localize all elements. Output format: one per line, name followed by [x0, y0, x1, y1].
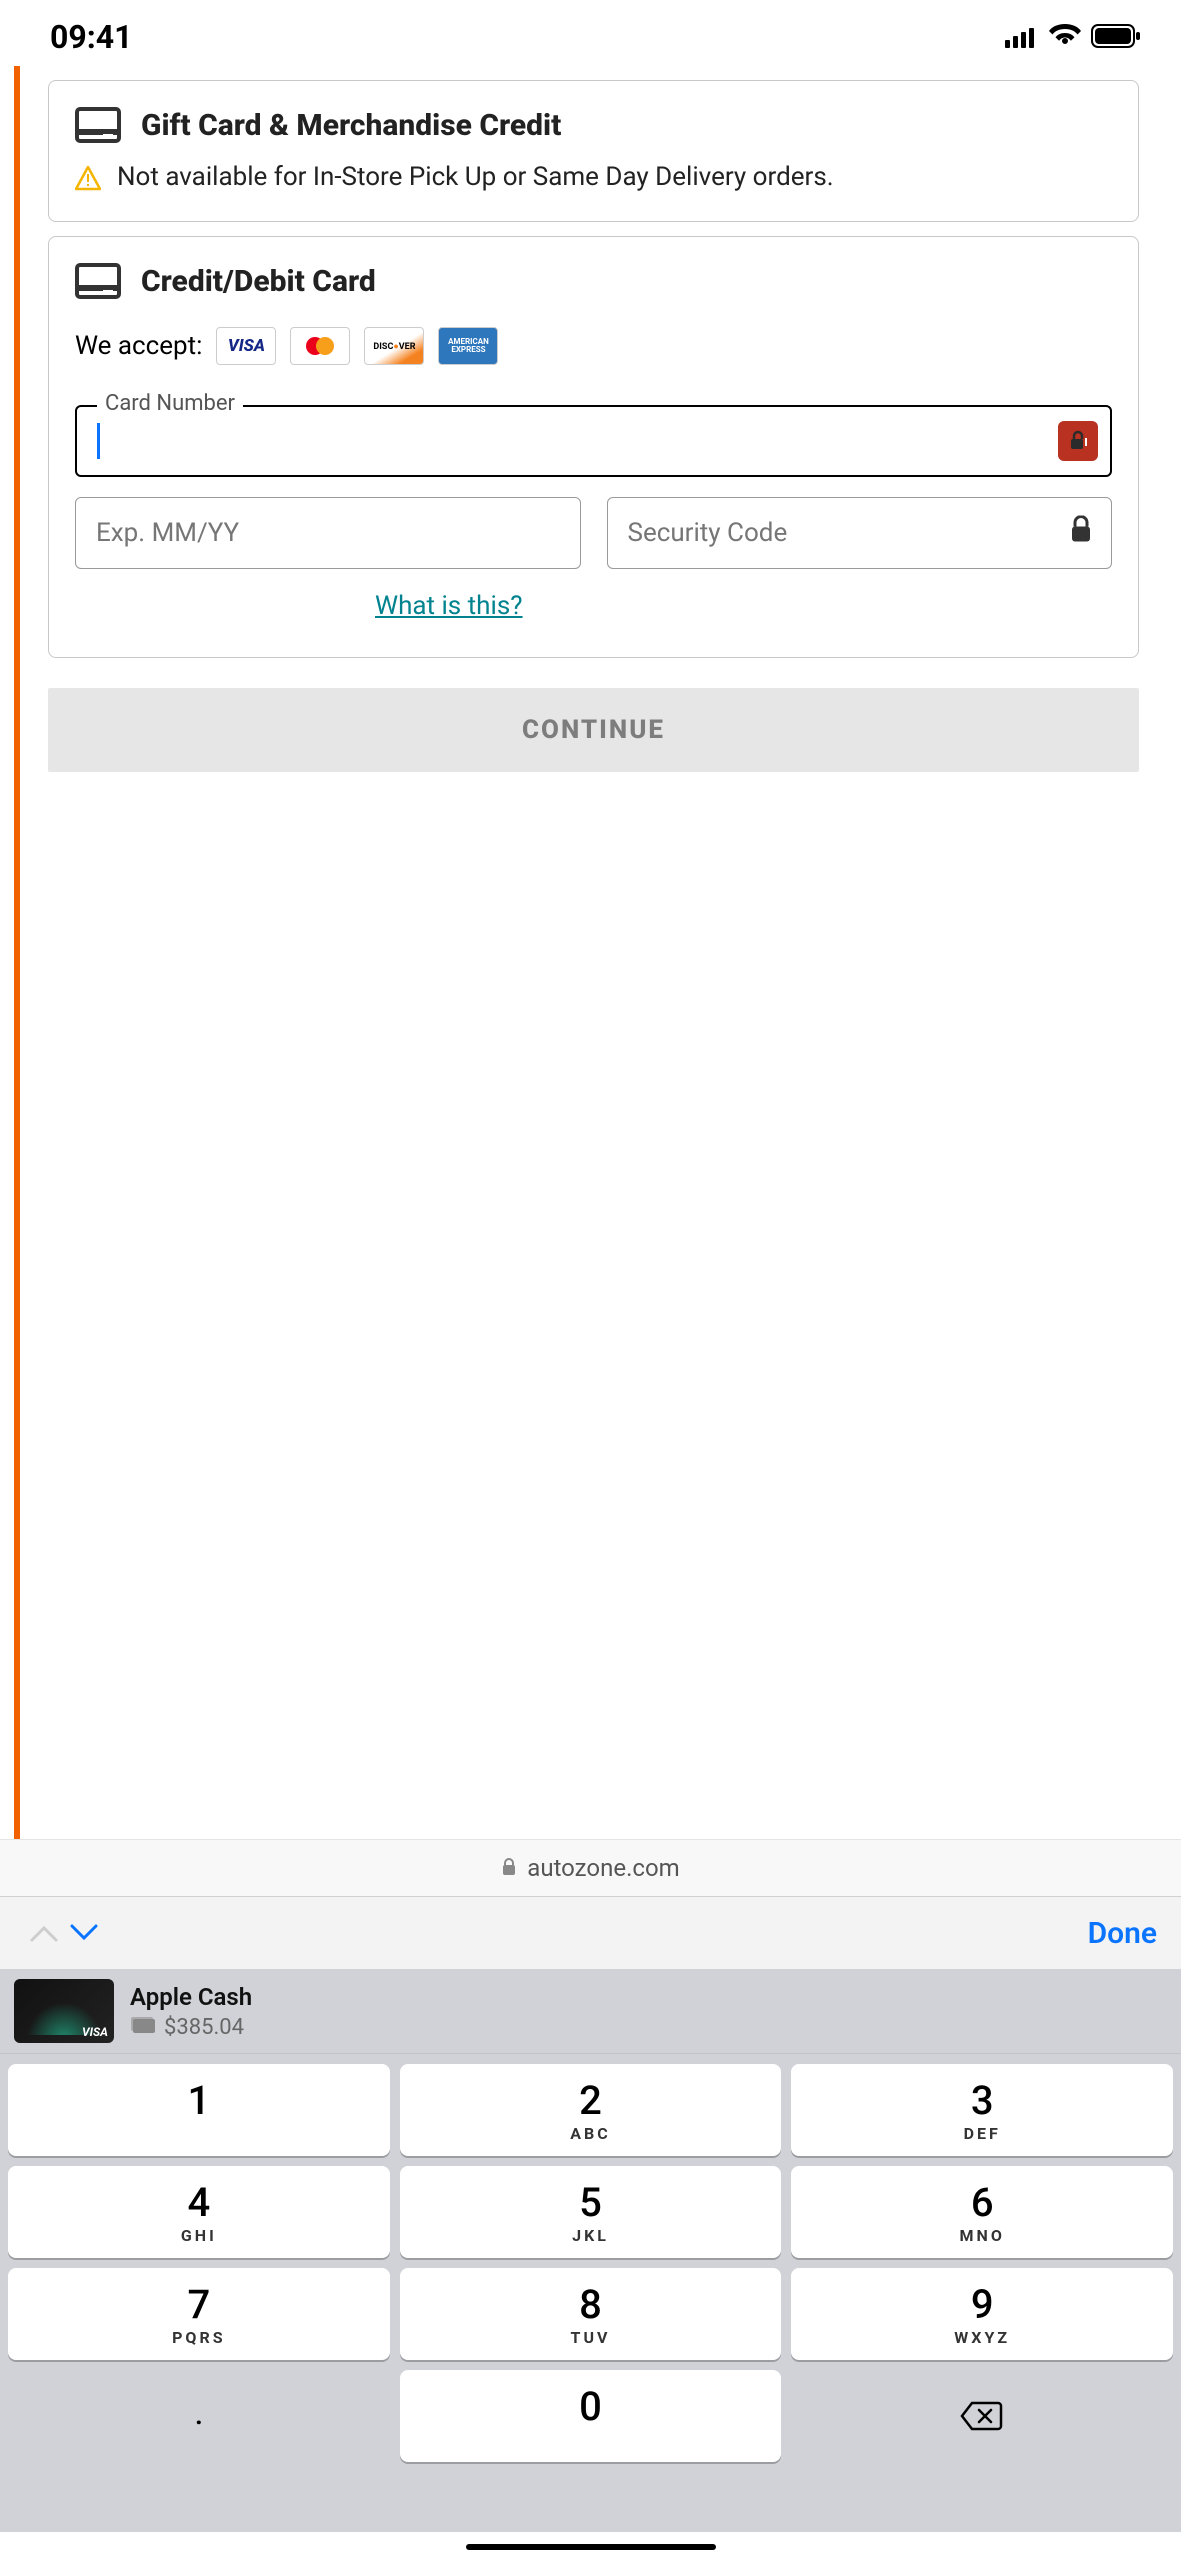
- home-indicator[interactable]: [466, 2544, 716, 2550]
- credit-card-icon: [75, 263, 121, 299]
- browser-url: autozone.com: [527, 1854, 679, 1882]
- wallet-card-thumb: VISA: [14, 1979, 114, 2043]
- keypad-.: .: [8, 2370, 390, 2462]
- amex-logo: AMERICANEXPRESS: [438, 327, 498, 365]
- browser-url-bar[interactable]: autozone.com: [0, 1839, 1181, 1896]
- credit-card-section: Credit/Debit Card We accept: VISA DISC●V…: [48, 236, 1139, 658]
- wallet-card-amount: $385.04: [164, 2015, 244, 2040]
- keyboard-done-button[interactable]: Done: [1088, 1916, 1157, 1951]
- wallet-suggestion[interactable]: VISA Apple Cash $385.04: [0, 1969, 1181, 2054]
- security-code-input[interactable]: Security Code: [607, 497, 1113, 569]
- status-time: 09:41: [50, 18, 132, 56]
- keypad-3[interactable]: 3DEF: [791, 2064, 1173, 2156]
- keypad-7[interactable]: 7PQRS: [8, 2268, 390, 2360]
- warning-icon: [75, 165, 101, 191]
- keypad-9[interactable]: 9WXYZ: [791, 2268, 1173, 2360]
- next-field-button[interactable]: [64, 1913, 104, 1953]
- keypad-8[interactable]: 8TUV: [400, 2268, 782, 2360]
- keypad-2[interactable]: 2ABC: [400, 2064, 782, 2156]
- lock-icon: [501, 1854, 517, 1882]
- gift-card-note: Not available for In-Store Pick Up or Sa…: [117, 159, 834, 195]
- card-stack-icon: [130, 2015, 156, 2040]
- expiry-input[interactable]: Exp. MM/YY: [75, 497, 581, 569]
- status-bar: 09:41: [0, 0, 1181, 66]
- credit-card-icon: [75, 107, 121, 143]
- keyboard-accessory: Done: [0, 1896, 1181, 1969]
- keypad-0[interactable]: 0: [400, 2370, 782, 2462]
- numeric-keypad: 1 2ABC3DEF 4GHI5JKL6MNO 7PQRS8TUV9WXYZ.0: [0, 2054, 1181, 2532]
- card-number-label: Card Number: [97, 391, 243, 416]
- what-is-this-link[interactable]: What is this?: [375, 591, 1112, 621]
- cellular-icon: [1005, 18, 1039, 56]
- keypad-1[interactable]: 1: [8, 2064, 390, 2156]
- keypad-6[interactable]: 6MNO: [791, 2166, 1173, 2258]
- we-accept-label: We accept:: [75, 331, 202, 361]
- prev-field-button: [24, 1913, 64, 1953]
- wifi-icon: [1049, 18, 1081, 56]
- lock-icon: [1069, 516, 1093, 551]
- credit-card-title: Credit/Debit Card: [141, 264, 376, 299]
- gift-card-section: Gift Card & Merchandise Credit Not avail…: [48, 80, 1139, 222]
- wallet-card-name: Apple Cash: [130, 1983, 252, 2011]
- keypad-delete[interactable]: [791, 2370, 1173, 2462]
- discover-logo: DISC●VER: [364, 327, 424, 365]
- text-cursor: [97, 423, 100, 459]
- keypad-5[interactable]: 5JKL: [400, 2166, 782, 2258]
- battery-icon: [1091, 18, 1141, 56]
- password-manager-icon[interactable]: [1058, 421, 1098, 461]
- gift-card-title: Gift Card & Merchandise Credit: [141, 108, 561, 143]
- continue-button[interactable]: CONTINUE: [48, 688, 1139, 772]
- visa-logo: VISA: [216, 327, 276, 365]
- mastercard-logo: [290, 327, 350, 365]
- keypad-4[interactable]: 4GHI: [8, 2166, 390, 2258]
